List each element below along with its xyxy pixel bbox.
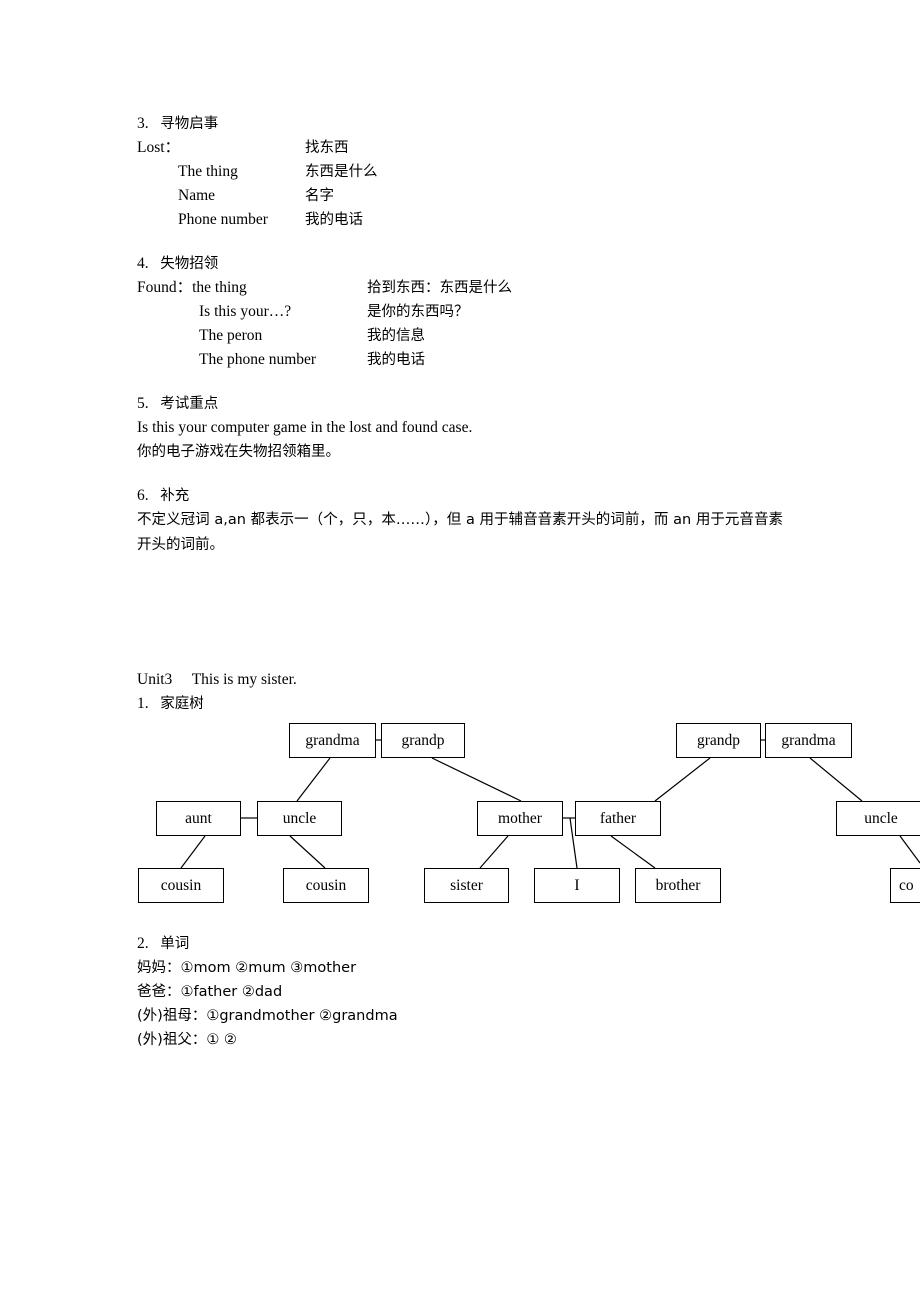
edge-grandp-l-mother xyxy=(431,757,522,802)
document-body: 3. 寻物启事 Lost： 找东西 The thing 东西是什么 Name 名… xyxy=(137,112,837,558)
lost-row-0-zh: 找东西 xyxy=(305,140,349,156)
vocab-line-grandfather: (外)祖父：① ② xyxy=(137,1032,237,1048)
lost-row-3: Phone number 我的电话 xyxy=(137,208,837,232)
found-row-1-zh: 是你的东西吗？ xyxy=(367,304,469,320)
section-3-title: 寻物启事 xyxy=(160,116,219,132)
node-father: father xyxy=(575,801,661,836)
section-4-heading: 4. 失物招领 xyxy=(137,252,837,276)
node-grandma-left: grandma xyxy=(289,723,376,758)
found-row-1-en: Is this your…? xyxy=(199,303,292,320)
spacer-after-section-4 xyxy=(137,372,837,392)
edge-uncle-r-cousin-3 xyxy=(899,835,920,864)
lost-row-2-en: Name xyxy=(178,187,216,204)
edge-mother-sister xyxy=(479,835,509,869)
node-uncle-right: uncle xyxy=(836,801,920,836)
edge-grandma-l-uncle-l xyxy=(296,757,331,802)
vocab-line-grandmother: (外)祖母：①grandmother ②grandma xyxy=(137,1008,398,1024)
document-page: 3. 寻物启事 Lost： 找东西 The thing 东西是什么 Name 名… xyxy=(0,0,920,1302)
node-cousin-1: cousin xyxy=(138,868,224,903)
section-6-heading: 6. 补充 xyxy=(137,484,837,508)
found-row-0-en: Found：the thing xyxy=(137,279,247,296)
found-row-2: The peron 我的信息 xyxy=(137,324,837,348)
lost-row-1-zh: 东西是什么 xyxy=(305,164,378,180)
lost-row-3-zh: 我的电话 xyxy=(305,212,363,228)
section-5-line-en: Is this your computer game in the lost a… xyxy=(137,419,473,436)
node-aunt: aunt xyxy=(156,801,241,836)
vocab-heading: 2. 单词 xyxy=(137,932,837,956)
section-5-number: 5. xyxy=(137,395,149,412)
vocab-line-father: 爸爸：①father ②dad xyxy=(137,984,283,1000)
spacer-after-section-5 xyxy=(137,464,837,484)
section-5-title: 考试重点 xyxy=(160,396,219,412)
node-cousin-2: cousin xyxy=(283,868,369,903)
node-brother: brother xyxy=(635,868,721,903)
edge-father-brother xyxy=(610,835,656,869)
section-4-number: 4. xyxy=(137,255,149,272)
found-row-3-en: The phone number xyxy=(199,351,317,368)
unit3-block: Unit3 This is my sister. 1. 家庭树 xyxy=(137,668,837,716)
node-grandma-right: grandma xyxy=(765,723,852,758)
found-row-3: The phone number 我的电话 xyxy=(137,348,837,372)
section-3-number: 3. xyxy=(137,115,149,132)
node-mother: mother xyxy=(477,801,563,836)
section-6-number: 6. xyxy=(137,487,149,504)
edge-grandma-r-uncle-r xyxy=(809,757,863,802)
lost-row-1-en: The thing xyxy=(178,163,238,180)
section-3-heading: 3. 寻物启事 xyxy=(137,112,837,136)
vocab-section: 2. 单词 妈妈：①mom ②mum ③mother 爸爸：①father ②d… xyxy=(137,932,837,1052)
node-grandp-left: grandp xyxy=(381,723,465,758)
node-sister: sister xyxy=(424,868,509,903)
spacer-after-section-3 xyxy=(137,232,837,252)
lost-row-1: The thing 东西是什么 xyxy=(137,160,837,184)
vocab-title: 单词 xyxy=(160,936,190,952)
section-5-line-zh: 你的电子游戏在失物招领箱里。 xyxy=(137,444,340,460)
unit3-item1-number: 1. xyxy=(137,695,149,712)
section-6-paragraph: 不定义冠词 a,an 都表示一（个，只，本……），但 a 用于辅音音素开头的词前… xyxy=(137,512,783,553)
node-me: I xyxy=(534,868,620,903)
lost-row-2-zh: 名字 xyxy=(305,188,334,204)
lost-row-3-en: Phone number xyxy=(178,211,268,228)
section-5-heading: 5. 考试重点 xyxy=(137,392,837,416)
edge-aunt-cousin-1 xyxy=(180,835,206,869)
found-row-2-zh: 我的信息 xyxy=(367,328,425,344)
lost-row-0: Lost： 找东西 xyxy=(137,136,837,160)
unit3-heading: Unit3 This is my sister. xyxy=(137,668,837,692)
found-row-3-zh: 我的电话 xyxy=(367,352,425,368)
found-row-2-en: The peron xyxy=(199,327,263,344)
unit3-label: Unit3 xyxy=(137,671,173,688)
lost-row-2: Name 名字 xyxy=(137,184,837,208)
unit3-item1-title: 家庭树 xyxy=(160,696,204,712)
section-6-title: 补充 xyxy=(160,488,190,504)
family-tree-diagram: grandma grandp grandp grandma aunt uncle… xyxy=(0,713,920,913)
node-uncle-left: uncle xyxy=(257,801,342,836)
found-row-0: Found：the thing 拾到东西：东西是什么 xyxy=(137,276,837,300)
node-cousin-3: co xyxy=(890,868,920,903)
edge-grandp-r-father xyxy=(654,757,711,802)
node-grandp-right: grandp xyxy=(676,723,761,758)
vocab-line-mother: 妈妈：①mom ②mum ③mother xyxy=(137,960,357,976)
unit3-title: This is my sister. xyxy=(191,671,297,688)
vocab-number: 2. xyxy=(137,935,149,952)
found-row-0-zh: 拾到东西：东西是什么 xyxy=(367,280,512,296)
edge-uncle-l-cousin-2 xyxy=(289,835,326,869)
section-4-title: 失物招领 xyxy=(160,256,219,272)
lost-row-0-en: Lost： xyxy=(137,139,181,156)
found-row-1: Is this your…? 是你的东西吗？ xyxy=(137,300,837,324)
